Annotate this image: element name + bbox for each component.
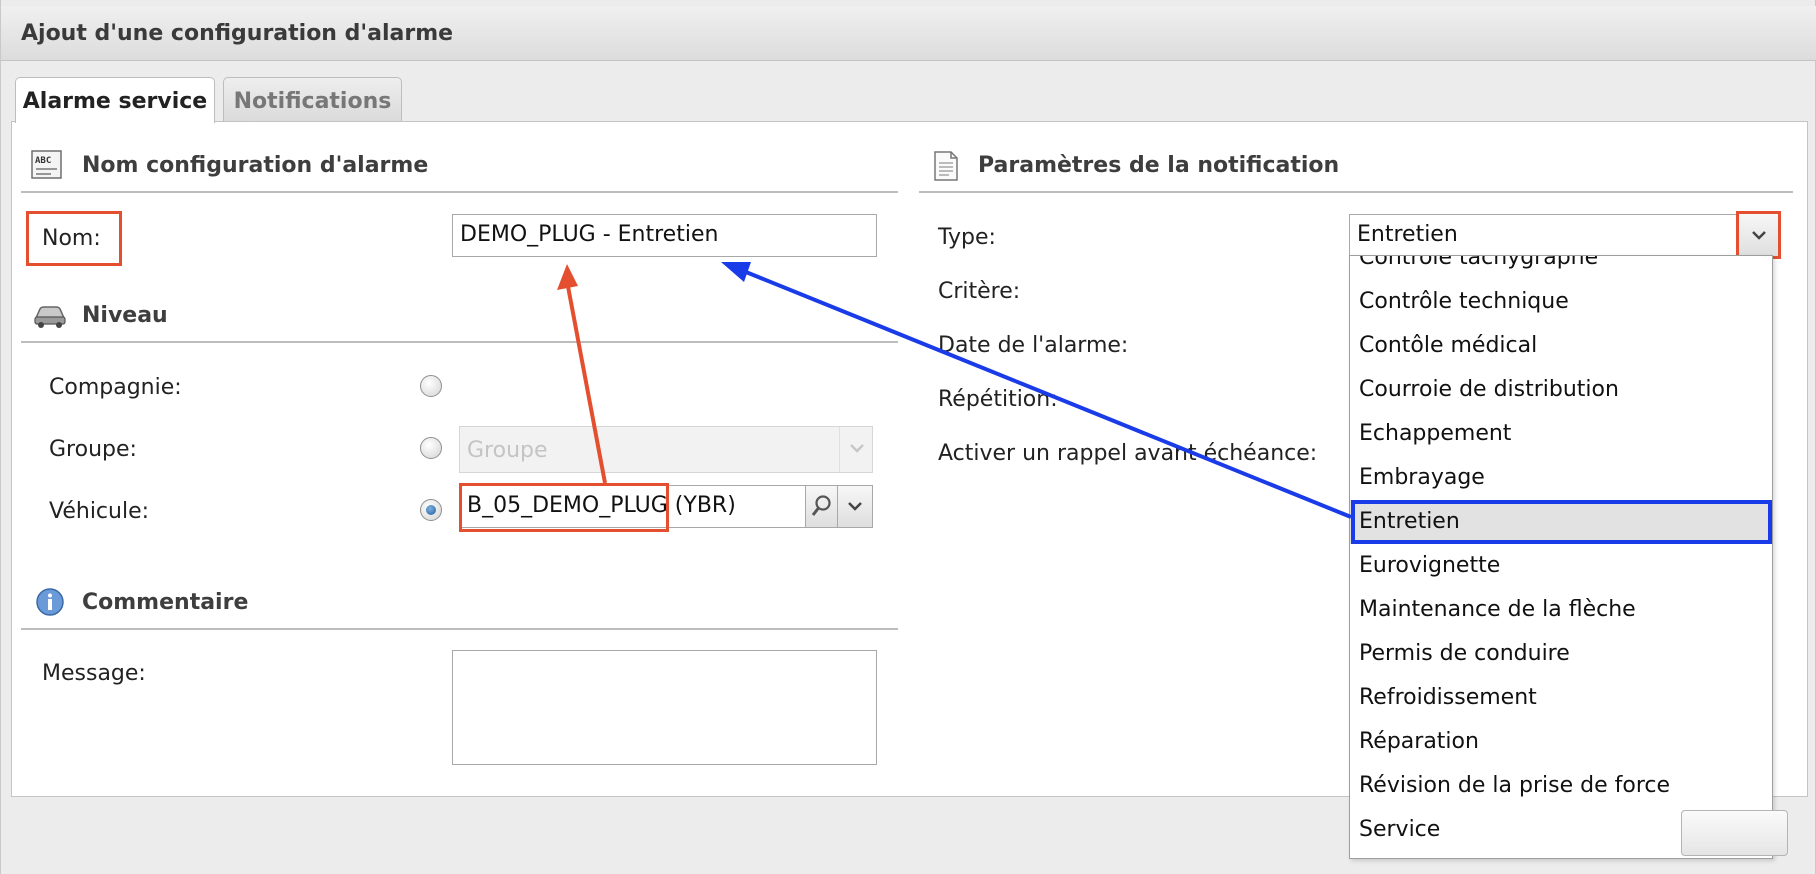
abc-text-icon: ABC: [31, 150, 62, 179]
type-select[interactable]: Entretien: [1349, 214, 1779, 257]
type-option[interactable]: Permis de conduire: [1350, 632, 1772, 676]
tab-notifications[interactable]: Notifications: [223, 77, 402, 122]
info-icon: [36, 588, 64, 616]
date-alarme-label: Date de l'alarme:: [938, 333, 1129, 358]
car-icon: [34, 306, 66, 328]
message-textarea[interactable]: [452, 650, 877, 765]
nom-input[interactable]: DEMO_PLUG - Entretien: [452, 214, 877, 257]
footer-button[interactable]: [1681, 810, 1788, 856]
type-label: Type:: [938, 225, 996, 250]
vehicule-dropdown-button[interactable]: [837, 485, 873, 528]
type-option[interactable]: Courroie de distribution: [1350, 368, 1772, 412]
document-icon: [934, 151, 958, 181]
chevron-down-icon: [850, 444, 864, 453]
type-option[interactable]: Echappement: [1350, 412, 1772, 456]
alarm-config-window: Ajout d'une configuration d'alarme Alarm…: [0, 0, 1816, 874]
entretien-option-highlight: [1351, 500, 1772, 544]
window-titlebar: Ajout d'une configuration d'alarme: [1, 6, 1816, 61]
compagnie-label: Compagnie:: [49, 375, 182, 400]
groupe-dropdown-button[interactable]: [839, 427, 874, 472]
notification-section-heading: Paramètres de la notification: [978, 153, 1340, 178]
niveau-section-heading: Niveau: [82, 303, 168, 328]
type-option[interactable]: Refroidissement: [1350, 676, 1772, 720]
commentaire-section-divider: [21, 628, 898, 630]
repetition-label: Répétition:: [938, 387, 1058, 412]
type-option[interactable]: Maintenance de la flèche: [1350, 588, 1772, 632]
svg-text:ABC: ABC: [35, 156, 51, 166]
type-option[interactable]: Contrôle tachygraphe: [1350, 256, 1772, 280]
type-option[interactable]: Embrayage: [1350, 456, 1772, 500]
groupe-radio[interactable]: [420, 437, 442, 459]
groupe-placeholder: Groupe: [467, 438, 548, 463]
magnifier-icon: [811, 495, 831, 516]
notification-section-divider: [919, 191, 1793, 193]
type-dropdown-list: Contrôle tachygraphe Contrôle technique …: [1349, 255, 1773, 859]
vehicule-label: Véhicule:: [49, 499, 150, 524]
name-section-divider: [21, 191, 898, 193]
vehicule-search-button[interactable]: [805, 485, 838, 528]
vehicule-name-highlight: [459, 483, 669, 532]
niveau-section-divider: [21, 341, 898, 343]
critere-label: Critère:: [938, 279, 1021, 304]
commentaire-section-heading: Commentaire: [82, 590, 249, 615]
window-title: Ajout d'une configuration d'alarme: [21, 21, 454, 46]
type-option[interactable]: Eurovignette: [1350, 544, 1772, 588]
type-option[interactable]: Contôle médical: [1350, 324, 1772, 368]
groupe-label: Groupe:: [49, 437, 137, 462]
compagnie-radio[interactable]: [420, 375, 442, 397]
message-label: Message:: [42, 661, 146, 686]
groupe-combo[interactable]: Groupe: [459, 426, 873, 473]
vehicule-radio[interactable]: [420, 499, 442, 521]
type-dropdown-highlight: [1736, 211, 1781, 259]
type-option[interactable]: Réparation: [1350, 720, 1772, 764]
rappel-label: Activer un rappel avant échéance:: [938, 441, 1318, 466]
chevron-down-icon: [848, 502, 862, 511]
type-option[interactable]: Révision de la prise de force: [1350, 764, 1772, 808]
tab-alarme-service[interactable]: Alarme service: [15, 77, 215, 123]
nom-label-highlight: [26, 211, 122, 266]
type-option[interactable]: Contrôle technique: [1350, 280, 1772, 324]
name-section-heading: Nom configuration d'alarme: [82, 153, 429, 178]
